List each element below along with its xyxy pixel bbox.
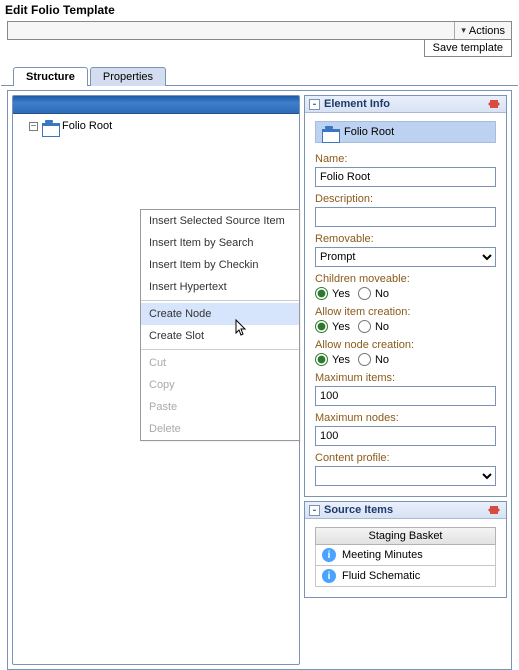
folio-icon: [322, 126, 338, 138]
context-menu-item[interactable]: Insert Hypertext: [141, 276, 299, 298]
description-field[interactable]: [315, 207, 496, 227]
element-info-panel: - Element Info Folio Root Name: Descript…: [304, 95, 507, 497]
tabs: Structure Properties: [7, 67, 512, 86]
children-moveable-label: Children moveable:: [315, 273, 496, 285]
element-banner: Folio Root: [315, 121, 496, 143]
allow-item-radio: Yes No: [315, 320, 496, 333]
allow-node-radio: Yes No: [315, 353, 496, 366]
chevron-down-icon: ▾: [461, 25, 466, 36]
pin-icon[interactable]: [488, 504, 502, 516]
context-menu-item: Paste: [141, 396, 299, 418]
allow-item-yes[interactable]: [315, 320, 328, 333]
max-nodes-field[interactable]: [315, 426, 496, 446]
name-field[interactable]: [315, 167, 496, 187]
collapse-panel-icon[interactable]: -: [309, 505, 320, 516]
source-item[interactable]: i Meeting Minutes: [315, 545, 496, 566]
source-items-panel: - Source Items Staging Basket i Meeting M…: [304, 501, 507, 598]
app-root: Edit Folio Template ▾ Actions Save templ…: [0, 0, 519, 662]
max-items-label: Maximum items:: [315, 372, 496, 384]
context-menu-item[interactable]: Create Slot: [141, 325, 299, 347]
allow-item-label: Allow item creation:: [315, 306, 496, 318]
window-title: Edit Folio Template: [1, 1, 518, 21]
allow-node-no[interactable]: [358, 353, 371, 366]
source-item-label: Meeting Minutes: [342, 549, 423, 561]
tab-structure[interactable]: Structure: [13, 67, 88, 86]
actions-dropdown[interactable]: ▾ Actions: [454, 22, 511, 39]
save-template-button[interactable]: Save template: [424, 40, 512, 57]
context-menu-item: Cut: [141, 352, 299, 374]
source-items-list: i Meeting Minutes i Fluid Schematic: [315, 545, 496, 587]
context-menu-item[interactable]: Insert Item by Checkin: [141, 254, 299, 276]
max-nodes-label: Maximum nodes:: [315, 412, 496, 424]
tree-header: [13, 96, 299, 114]
actions-bar: ▾ Actions: [7, 21, 512, 40]
context-menu-item: Delete: [141, 418, 299, 440]
name-label: Name:: [315, 153, 496, 165]
allow-node-yes[interactable]: [315, 353, 328, 366]
removable-select[interactable]: Prompt: [315, 247, 496, 267]
actions-label: Actions: [469, 25, 505, 37]
context-menu-item[interactable]: Insert Item by Search: [141, 232, 299, 254]
tab-properties[interactable]: Properties: [90, 67, 166, 86]
children-moveable-radio: Yes No: [315, 287, 496, 300]
children-moveable-yes[interactable]: [315, 287, 328, 300]
source-item-label: Fluid Schematic: [342, 570, 420, 582]
content-profile-label: Content profile:: [315, 452, 496, 464]
main-area: − Folio Root Insert Selected Source Item…: [7, 90, 512, 670]
panel-title: Source Items: [324, 504, 393, 516]
info-icon: i: [322, 569, 336, 583]
staging-basket-header: Staging Basket: [315, 527, 496, 545]
max-items-field[interactable]: [315, 386, 496, 406]
structure-tree-panel: − Folio Root Insert Selected Source Item…: [12, 95, 300, 665]
info-icon: i: [322, 548, 336, 562]
allow-node-label: Allow node creation:: [315, 339, 496, 351]
context-menu-item[interactable]: Insert Selected Source Item: [141, 210, 299, 232]
source-item[interactable]: i Fluid Schematic: [315, 566, 496, 587]
collapse-icon[interactable]: −: [29, 122, 38, 131]
folio-icon: [42, 120, 58, 132]
description-label: Description:: [315, 193, 496, 205]
pin-icon[interactable]: [488, 98, 502, 110]
panel-title: Element Info: [324, 98, 390, 110]
right-column: - Element Info Folio Root Name: Descript…: [304, 95, 507, 665]
element-banner-label: Folio Root: [344, 126, 394, 138]
context-menu-item: Copy: [141, 374, 299, 396]
tree-node-label: Folio Root: [62, 120, 112, 132]
children-moveable-no[interactable]: [358, 287, 371, 300]
allow-item-no[interactable]: [358, 320, 371, 333]
context-menu-item[interactable]: Create Node: [141, 303, 299, 325]
content-profile-select[interactable]: [315, 466, 496, 486]
tree-node-folio-root[interactable]: − Folio Root: [19, 120, 293, 132]
collapse-panel-icon[interactable]: -: [309, 99, 320, 110]
removable-label: Removable:: [315, 233, 496, 245]
context-menu: Insert Selected Source ItemInsert Item b…: [140, 209, 300, 441]
